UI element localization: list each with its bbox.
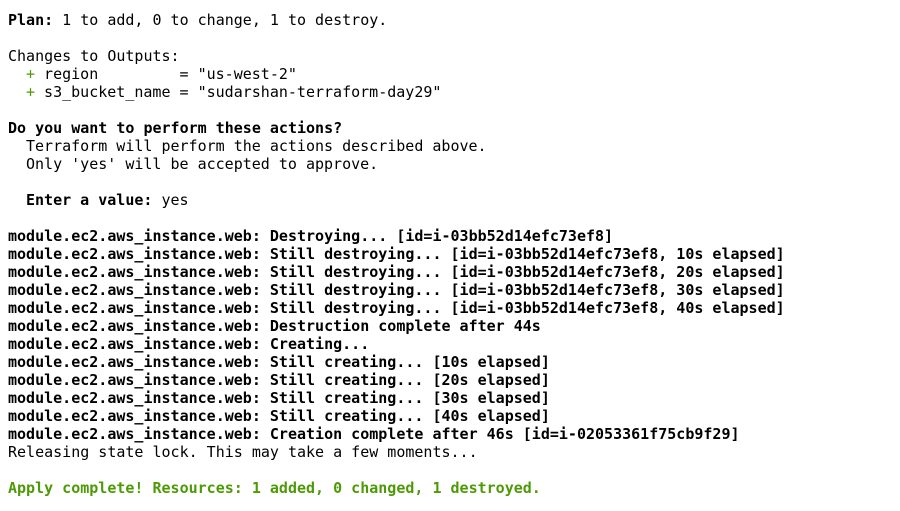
log-line: module.ec2.aws_instance.web: Still creat…	[8, 353, 900, 371]
log-message: Destruction complete after 44s	[260, 317, 541, 335]
log-message: Still destroying... [id=i-03bb52d14efc73…	[260, 281, 785, 299]
enter-value-input[interactable]: yes	[152, 191, 188, 209]
log-resource: module.ec2.aws_instance.web:	[8, 245, 261, 263]
terminal-output[interactable]: Plan: 1 to add, 0 to change, 1 to destro…	[0, 0, 900, 511]
log-message: Still creating... [20s elapsed]	[260, 371, 550, 389]
prompt-line-1: Terraform will perform the actions descr…	[8, 137, 900, 155]
log-line: module.ec2.aws_instance.web: Still creat…	[8, 407, 900, 425]
log-message: Creating...	[260, 335, 370, 353]
log-line: module.ec2.aws_instance.web: Still destr…	[8, 281, 900, 299]
log-message: Destroying... [id=i-03bb52d14efc73ef8]	[260, 227, 614, 245]
log-resource: module.ec2.aws_instance.web:	[8, 425, 261, 443]
enter-value-label: Enter a value:	[26, 191, 153, 209]
log-line: module.ec2.aws_instance.web: Destroying.…	[8, 227, 900, 245]
log-message: Creation complete after 46s [id=i-020533…	[260, 425, 740, 443]
prompt-line-2: Only 'yes' will be accepted to approve.	[8, 155, 900, 173]
apply-complete-message: Apply complete! Resources: 1 added, 0 ch…	[8, 479, 541, 497]
outputs-header: Changes to Outputs:	[8, 47, 180, 65]
log-line: module.ec2.aws_instance.web: Still creat…	[8, 371, 900, 389]
output-item-s3-bucket-name: + s3_bucket_name = "sudarshan-terraform-…	[8, 83, 900, 101]
prompt-line-1-text: Terraform will perform the actions descr…	[26, 137, 487, 155]
log-line: module.ec2.aws_instance.web: Still destr…	[8, 245, 900, 263]
log-message: Still creating... [30s elapsed]	[260, 389, 550, 407]
output-text: s3_bucket_name = "sudarshan-terraform-da…	[35, 83, 442, 101]
prompt-line-2-text: Only 'yes' will be accepted to approve.	[26, 155, 379, 173]
plan-summary: 1 to add, 0 to change, 1 to destroy.	[53, 11, 388, 29]
plan-label: Plan:	[8, 11, 54, 29]
log-resource: module.ec2.aws_instance.web:	[8, 317, 261, 335]
plus-sign: +	[26, 83, 36, 101]
output-text: region = "us-west-2"	[35, 65, 297, 83]
releasing-state-lock: Releasing state lock. This may take a fe…	[8, 443, 478, 461]
enter-value-line: Enter a value: yes	[8, 191, 900, 209]
log-line: module.ec2.aws_instance.web: Destruction…	[8, 317, 900, 335]
log-resource: module.ec2.aws_instance.web:	[8, 353, 261, 371]
log-message: Still destroying... [id=i-03bb52d14efc73…	[260, 245, 785, 263]
log-line: module.ec2.aws_instance.web: Creation co…	[8, 425, 900, 443]
log-line: module.ec2.aws_instance.web: Still destr…	[8, 263, 900, 281]
log-resource: module.ec2.aws_instance.web:	[8, 263, 261, 281]
plus-sign: +	[26, 65, 36, 83]
log-line: module.ec2.aws_instance.web: Still destr…	[8, 299, 900, 317]
log-message: Still creating... [40s elapsed]	[260, 407, 550, 425]
log-message: Still destroying... [id=i-03bb52d14efc73…	[260, 299, 785, 317]
log-message: Still creating... [10s elapsed]	[260, 353, 550, 371]
log-resource: module.ec2.aws_instance.web:	[8, 371, 261, 389]
log-resource: module.ec2.aws_instance.web:	[8, 389, 261, 407]
log-resource: module.ec2.aws_instance.web:	[8, 407, 261, 425]
log-message: Still destroying... [id=i-03bb52d14efc73…	[260, 263, 785, 281]
output-item-region: + region = "us-west-2"	[8, 65, 900, 83]
log-resource: module.ec2.aws_instance.web:	[8, 227, 261, 245]
log-resource: module.ec2.aws_instance.web:	[8, 299, 261, 317]
plan-line: Plan: 1 to add, 0 to change, 1 to destro…	[8, 11, 900, 29]
prompt-question: Do you want to perform these actions?	[8, 119, 343, 137]
log-line: module.ec2.aws_instance.web: Creating...	[8, 335, 900, 353]
log-resource: module.ec2.aws_instance.web:	[8, 335, 261, 353]
log-resource: module.ec2.aws_instance.web:	[8, 281, 261, 299]
log-line: module.ec2.aws_instance.web: Still creat…	[8, 389, 900, 407]
